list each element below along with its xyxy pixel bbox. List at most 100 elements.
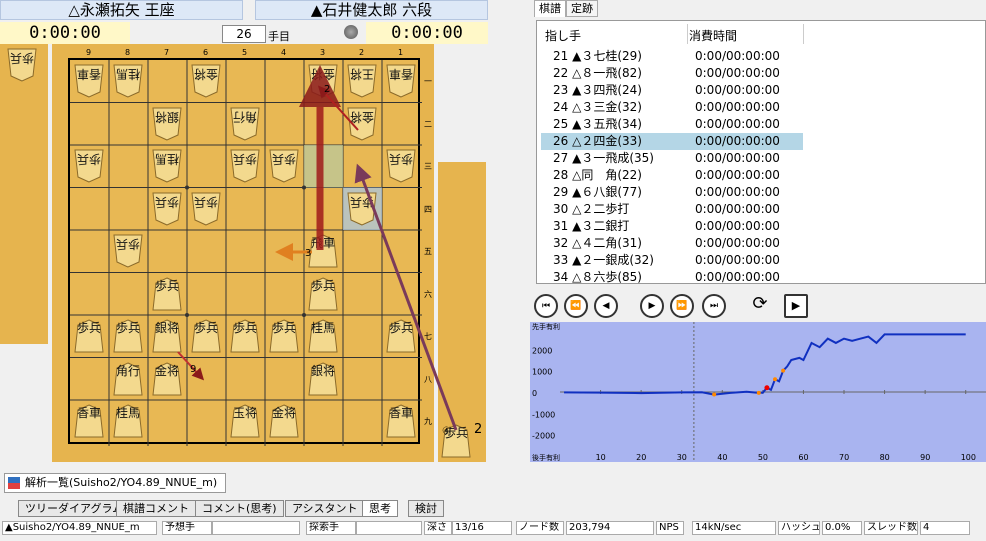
- bottom-tab[interactable]: 思考: [362, 500, 398, 517]
- move-text: 28 △同 角(22): [553, 168, 642, 182]
- move-text: 26 △２四金(33): [553, 134, 642, 148]
- x-tick: 60: [798, 453, 808, 462]
- x-tick: 20: [636, 453, 646, 462]
- bottom-tab[interactable]: ツリーダイアグラム: [18, 500, 131, 517]
- move-text: 34 △８六歩(85): [553, 270, 642, 284]
- y-tick: -1000: [532, 410, 555, 419]
- prev-move-button[interactable]: ◀: [594, 294, 618, 318]
- move-time: 0:00/00:00:00: [695, 236, 780, 250]
- eval-marker: [781, 368, 786, 373]
- status-field: 深さ: [424, 521, 452, 535]
- status-field: ノード数: [516, 521, 564, 535]
- move-row[interactable]: 28 △同 角(22) 0:00/00:00:00: [541, 167, 803, 184]
- silver-arrow: [177, 351, 205, 381]
- bottom-tab[interactable]: 検討: [408, 500, 444, 517]
- move-time: 0:00/00:00:00: [695, 168, 780, 182]
- kifu-tabs: 棋譜 定跡: [534, 0, 598, 18]
- next-10-button[interactable]: ⏩: [670, 294, 694, 318]
- eval-marker: [712, 392, 717, 397]
- flip-board-icon[interactable]: ⟳: [748, 294, 772, 318]
- status-field: NPS: [656, 521, 684, 535]
- move-time: 0:00/00:00:00: [695, 134, 780, 148]
- move-text: 32 △４二角(31): [553, 236, 642, 250]
- y-tick: 1000: [532, 368, 552, 377]
- bottom-tab[interactable]: 棋譜コメント: [116, 500, 196, 517]
- move-time: 0:00/00:00:00: [695, 100, 780, 114]
- move-row[interactable]: 27 ▲３一飛成(35) 0:00/00:00:00: [541, 150, 803, 167]
- status-field: 0.0%: [822, 521, 862, 535]
- next-move-button[interactable]: ▶: [640, 294, 664, 318]
- move-text: 25 ▲３五飛(34): [553, 117, 642, 131]
- move-row[interactable]: 34 △８六歩(85) 0:00/00:00:00: [541, 269, 803, 286]
- status-field: 14kN/sec: [692, 521, 776, 535]
- eval-graph[interactable]: 2000 1000 0 -1000 -2000 10 20 30 40 50 60 70 80 90 100…: [530, 322, 986, 462]
- drop-arrow: [354, 163, 458, 431]
- bottom-tab[interactable]: アシスタント: [285, 500, 365, 517]
- move-time: 0:00/00:00:00: [695, 219, 780, 233]
- move-time: 0:00/00:00:00: [695, 185, 780, 199]
- x-tick: 40: [717, 453, 727, 462]
- eval-marker: [756, 390, 761, 395]
- status-field: ハッシュ: [778, 521, 820, 535]
- x-tick: 30: [677, 453, 687, 462]
- move-text: 29 ▲６八銀(77): [553, 185, 642, 199]
- arrow-label-2: 3: [305, 248, 311, 259]
- move-row[interactable]: 31 ▲３二銀打 0:00/00:00:00: [541, 218, 803, 235]
- move-list[interactable]: 指し手 消費時間 21 ▲３七桂(29) 0:00/00:00:00 22 △８一飛…: [536, 20, 986, 284]
- move-time: 0:00/00:00:00: [695, 151, 780, 165]
- status-field: 探索手: [306, 521, 356, 535]
- move-row[interactable]: 21 ▲３七桂(29) 0:00/00:00:00: [541, 48, 803, 65]
- move-time: 0:00/00:00:00: [695, 270, 780, 284]
- status-field: 4: [920, 521, 970, 535]
- move-row[interactable]: 25 ▲３五飛(34) 0:00/00:00:00: [541, 116, 803, 133]
- y-tick: 0: [532, 389, 537, 398]
- x-tick: 80: [880, 453, 890, 462]
- play-icon[interactable]: ▶: [784, 294, 808, 318]
- x-tick: 100: [961, 453, 976, 462]
- window-icon: [8, 477, 20, 489]
- status-field: 13/16: [452, 521, 512, 535]
- move-list-header-move: 指し手: [545, 29, 582, 43]
- prev-10-button[interactable]: ⏪: [564, 294, 588, 318]
- move-time: 0:00/00:00:00: [695, 202, 780, 216]
- y-tick: 2000: [532, 346, 552, 355]
- status-field: スレッド数: [864, 521, 918, 535]
- move-row[interactable]: 32 △４二角(31) 0:00/00:00:00: [541, 235, 803, 252]
- tab-kifu[interactable]: 棋譜: [534, 0, 566, 17]
- move-text: 30 △２二歩打: [553, 202, 630, 216]
- move-row[interactable]: 33 ▲２一銀成(32) 0:00/00:00:00: [541, 252, 803, 269]
- move-row[interactable]: 30 △２二歩打 0:00/00:00:00: [541, 201, 803, 218]
- move-list-header-time: 消費時間: [689, 29, 738, 43]
- move-row[interactable]: 23 ▲３四飛(24) 0:00/00:00:00: [541, 82, 803, 99]
- x-tick: 70: [839, 453, 849, 462]
- move-text: 24 △３三金(32): [553, 100, 642, 114]
- first-move-button[interactable]: ⏮: [534, 294, 558, 318]
- y-tick: -2000: [532, 432, 555, 441]
- move-text: 21 ▲３七桂(29): [553, 49, 642, 63]
- move-time: 0:00/00:00:00: [695, 117, 780, 131]
- move-time: 0:00/00:00:00: [695, 83, 780, 97]
- tab-joseki[interactable]: 定跡: [566, 0, 598, 17]
- reply-arrow: [317, 85, 359, 131]
- move-row[interactable]: 22 △８一飛(82) 0:00/00:00:00: [541, 65, 803, 82]
- status-field: [356, 521, 422, 535]
- x-tick: 50: [758, 453, 768, 462]
- status-field: 予想手: [162, 521, 212, 535]
- move-row[interactable]: 26 △２四金(33) 0:00/00:00:00: [541, 133, 803, 150]
- move-row[interactable]: 29 ▲６八銀(77) 0:00/00:00:00: [541, 184, 803, 201]
- arrow-label-1: 2: [324, 84, 330, 95]
- move-row[interactable]: 24 △３三金(32) 0:00/00:00:00: [541, 99, 803, 116]
- last-move-button[interactable]: ⏭: [702, 294, 726, 318]
- move-text: 33 ▲２一銀成(32): [553, 253, 654, 267]
- x-tick: 90: [920, 453, 930, 462]
- analysis-title[interactable]: 解析一覧(Suisho2/YO4.89_NNUE_m): [4, 473, 226, 493]
- move-text: 23 ▲３四飛(24): [553, 83, 642, 97]
- arrow-label-3: 9: [190, 364, 196, 375]
- current-move-marker: [764, 385, 770, 391]
- status-field: 203,794: [566, 521, 654, 535]
- move-text: 31 ▲３二銀打: [553, 219, 630, 233]
- graph-bottom-label: 後手有利: [532, 453, 560, 462]
- bottom-tab[interactable]: コメント(思考): [195, 500, 284, 517]
- move-time: 0:00/00:00:00: [695, 66, 780, 80]
- move-arrows: 2 3 9: [177, 65, 458, 431]
